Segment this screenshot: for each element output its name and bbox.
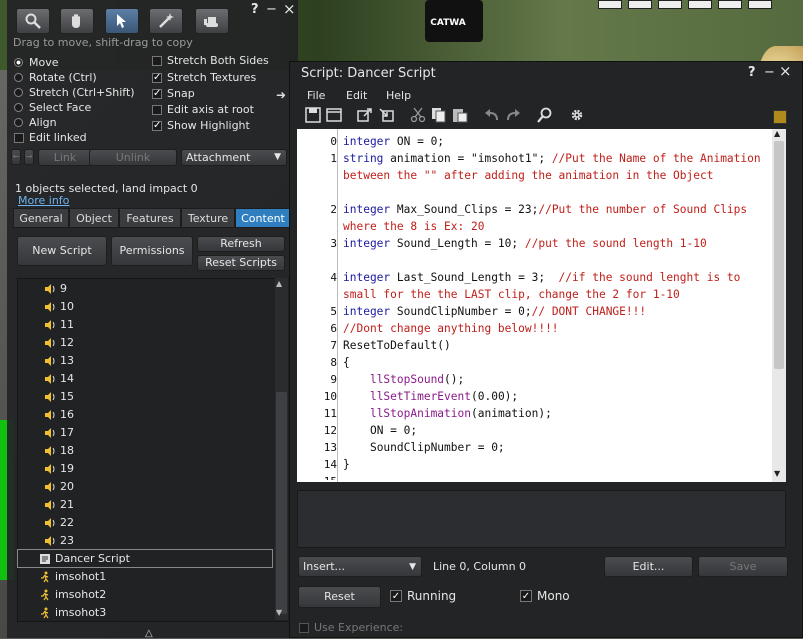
line-number: 5 — [330, 305, 337, 318]
inventory-item-sound[interactable]: 20 — [44, 478, 74, 496]
code-line: integer ON = 0; — [343, 135, 445, 148]
line-number: 0 — [330, 135, 337, 148]
code-line: ResetToDefault() — [343, 339, 451, 352]
compile-output — [297, 490, 786, 548]
scroll-down-icon[interactable]: ▼ — [276, 608, 282, 617]
checkbox-icon — [299, 622, 309, 633]
code-line: //Dont change anything below!!!! — [343, 322, 559, 335]
sound-icon — [45, 536, 55, 546]
animation-icon — [41, 571, 49, 583]
line-number: 12 — [323, 424, 337, 437]
insert-dropdown[interactable]: Insert... ▼ — [298, 556, 422, 577]
code-line: integer Sound_Length = 10; //put the sou… — [343, 237, 707, 250]
line-number: 11 — [323, 407, 337, 420]
sound-icon — [45, 500, 55, 510]
line-number: 7 — [330, 339, 337, 352]
line-number: 9 — [330, 373, 337, 386]
reset-button[interactable]: Reset — [298, 586, 381, 608]
running-checkbox[interactable]: ✓ Running — [390, 589, 456, 603]
code-lines: 0 integer ON = 0; 1 string animation = "ims… — [0, 0, 803, 480]
code-line: { — [343, 356, 350, 369]
code-line: llStopAnimation(animation); — [369, 407, 552, 420]
inventory-item-imsohot2[interactable]: imsohot2 — [39, 586, 106, 604]
line-number: 3 — [330, 237, 337, 250]
animation-icon — [41, 589, 49, 601]
inventory-item-sound[interactable]: 22 — [44, 514, 74, 532]
line-number: 2 — [330, 203, 337, 216]
line-number: 10 — [323, 390, 337, 403]
line-number: 8 — [330, 356, 337, 369]
line-number: 6 — [330, 322, 337, 335]
code-line: ON = 0; — [343, 424, 418, 437]
code-line: llStopSound(); — [369, 373, 465, 386]
checkmark-icon: ✓ — [520, 590, 532, 602]
sound-icon — [45, 482, 55, 492]
line-number: 14 — [323, 458, 337, 471]
line-number: 4 — [330, 271, 337, 284]
code-line: integer SoundClipNumber = 0;// DONT CHAN… — [343, 305, 647, 318]
line-number: 15 — [297, 475, 337, 480]
save-button[interactable]: Save — [698, 556, 788, 577]
code-line: SoundClipNumber = 0; — [343, 441, 505, 454]
mono-checkbox[interactable]: ✓ Mono — [520, 589, 570, 603]
edit-button[interactable]: Edit... — [604, 556, 693, 577]
code-line: integer Last_Sound_Length = 3; //if the … — [343, 271, 748, 301]
sound-icon — [45, 518, 55, 528]
inventory-item-imsohot1[interactable]: imsohot1 — [39, 568, 106, 586]
script-icon — [40, 554, 50, 564]
code-line: llSetTimerEvent(0.00); — [369, 390, 519, 403]
inventory-item-imsohot3[interactable]: imsohot3 — [39, 604, 106, 622]
use-experience-checkbox[interactable]: Use Experience: — [299, 621, 403, 634]
checkmark-icon: ✓ — [390, 590, 402, 602]
chevron-down-icon: ▼ — [409, 562, 416, 572]
expand-panel-icon[interactable]: △ — [145, 628, 153, 639]
cursor-position: Line 0, Column 0 — [433, 560, 527, 573]
code-line: integer Max_Sound_Clips = 23;//Put the n… — [343, 203, 754, 233]
inventory-item-sound[interactable]: 21 — [44, 496, 74, 514]
inventory-item-dancer-script[interactable]: Dancer Script — [39, 550, 130, 568]
inventory-item-sound[interactable]: 23 — [44, 532, 74, 550]
line-number: 1 — [330, 152, 337, 165]
code-line: } — [343, 458, 350, 471]
code-line: string animation = "imsohot1"; //Put the… — [343, 152, 768, 182]
line-number: 13 — [323, 441, 337, 454]
animation-icon — [41, 607, 49, 619]
